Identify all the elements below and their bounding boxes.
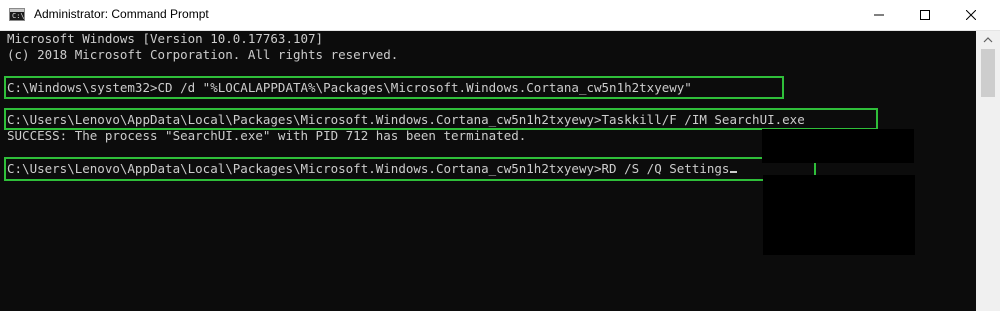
console-line: SUCCESS: The process "SearchUI.exe" with… [7, 128, 527, 143]
highlight-box [4, 76, 784, 99]
command-prompt-icon: C:\ [9, 8, 25, 21]
icon-glyph: C:\ [12, 12, 25, 20]
command-prompt-window: C:\ Administrator: Command Prompt Micros… [0, 0, 1000, 311]
minimize-button[interactable] [856, 0, 902, 30]
minimize-icon [874, 14, 884, 16]
console-line: Microsoft Windows [Version 10.0.17763.10… [7, 31, 324, 46]
console-line: (c) 2018 Microsoft Corporation. All righ… [7, 47, 399, 62]
vertical-scrollbar[interactable] [976, 31, 1000, 311]
window-title: Administrator: Command Prompt [34, 7, 209, 21]
highlight-box [4, 108, 878, 130]
console-output[interactable]: Microsoft Windows [Version 10.0.17763.10… [0, 31, 976, 311]
close-button[interactable] [948, 0, 994, 30]
redaction-block [763, 175, 915, 255]
scroll-up-button[interactable] [976, 31, 1000, 48]
close-icon [966, 10, 976, 20]
maximize-button[interactable] [902, 0, 948, 30]
highlight-box [4, 157, 816, 181]
scrollbar-thumb[interactable] [981, 49, 995, 97]
title-bar[interactable]: C:\ Administrator: Command Prompt [0, 0, 1000, 31]
redaction-block [762, 129, 914, 163]
maximize-icon [920, 10, 930, 20]
chevron-up-icon [983, 37, 993, 43]
